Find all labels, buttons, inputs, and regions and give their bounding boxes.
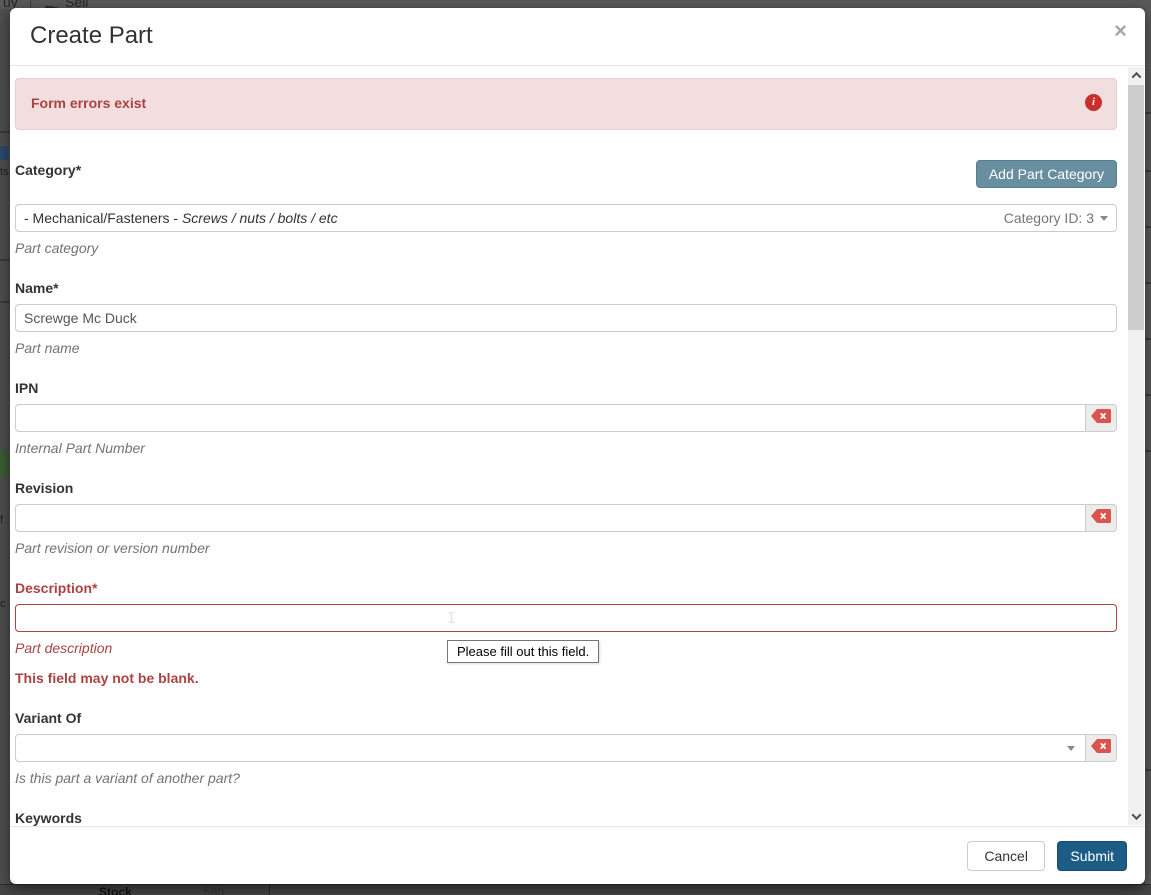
category-help-text: Part category (15, 240, 1117, 256)
chevron-down-icon (1067, 746, 1075, 751)
variant-of-field-group: Variant Of Is this part a variant of ano… (15, 710, 1117, 786)
ipn-field-group: IPN Internal Part Number (15, 380, 1117, 456)
submit-button[interactable]: Submit (1057, 841, 1127, 871)
clear-variant-of-button[interactable] (1086, 734, 1117, 762)
backdrop-green-fragment (0, 450, 8, 477)
modal-scrollbar[interactable] (1128, 67, 1144, 825)
clear-ipn-button[interactable] (1086, 404, 1117, 432)
modal-body: Form errors exist i Category* Add Part C… (10, 66, 1145, 826)
description-field-group: Description* I Part description This fie… (15, 580, 1117, 686)
modal-footer: Cancel Submit (10, 826, 1145, 884)
category-label: Category* (15, 162, 81, 178)
backdrop-text-fragment: ts (0, 166, 9, 178)
scroll-down-icon[interactable] (1128, 808, 1144, 825)
description-label: Description* (15, 580, 1117, 596)
revision-label: Revision (15, 480, 1117, 496)
backdrop-line (1145, 226, 1151, 228)
backdrop-line (1145, 282, 1151, 284)
form-errors-alert: Form errors exist i (15, 78, 1117, 130)
cancel-button[interactable]: Cancel (967, 841, 1045, 871)
backdrop-text-fragment: c (0, 598, 6, 610)
backdrop-left-strip: ts f c (0, 9, 10, 884)
backdrop-line (0, 301, 10, 303)
validation-tooltip: Please fill out this field. (447, 640, 599, 663)
scrollbar-thumb[interactable] (1128, 85, 1144, 330)
category-field-group: Category* Add Part Category - Mechanical… (15, 162, 1117, 256)
modal-title: Create Part (30, 22, 1125, 50)
clear-revision-button[interactable] (1086, 504, 1117, 532)
ipn-input[interactable] (15, 404, 1086, 432)
close-icon[interactable]: × (1114, 20, 1127, 42)
keywords-field-group: Keywords (15, 810, 1117, 826)
backspace-icon (1091, 509, 1111, 528)
category-id-badge: Category ID: 3 (1004, 210, 1094, 226)
backdrop-right-strip (1145, 9, 1151, 884)
variant-of-select[interactable] (15, 734, 1086, 762)
chevron-down-icon (1100, 216, 1108, 221)
revision-field-group: Revision Part revision or version number (15, 480, 1117, 556)
info-icon[interactable]: i (1085, 94, 1102, 111)
variant-of-help-text: Is this part a variant of another part? (15, 770, 1117, 786)
backdrop-line (1145, 112, 1151, 114)
keywords-label: Keywords (15, 810, 1117, 826)
name-label: Name* (15, 280, 1117, 296)
backdrop-blue-fragment (0, 146, 8, 160)
backdrop-line (1145, 450, 1151, 452)
backdrop-line (1145, 769, 1151, 771)
backdrop-text-fragment: f (0, 514, 3, 526)
backspace-icon (1091, 739, 1111, 758)
backdrop-stock-value: 580 (204, 885, 224, 895)
name-help-text: Part name (15, 340, 1117, 356)
backdrop-line (1145, 394, 1151, 396)
ipn-help-text: Internal Part Number (15, 440, 1117, 456)
category-select[interactable]: - Mechanical/Fasteners - Screws / nuts /… (15, 204, 1117, 232)
alert-message: Form errors exist (31, 95, 146, 111)
backdrop-stock-label: Stock (99, 885, 132, 895)
name-input[interactable] (15, 304, 1117, 332)
category-selected-value: - Mechanical/Fasteners - Screws / nuts /… (24, 210, 1004, 226)
backdrop-line (1145, 170, 1151, 172)
backspace-icon (1091, 409, 1111, 428)
backdrop-line (1145, 338, 1151, 340)
variant-of-label: Variant Of (15, 710, 1117, 726)
modal-header: Create Part × (10, 8, 1145, 66)
scroll-up-icon[interactable] (1128, 67, 1144, 84)
backdrop-line (0, 259, 10, 261)
description-input[interactable] (15, 604, 1117, 632)
ipn-label: IPN (15, 380, 1117, 396)
backdrop-table-divider (269, 885, 270, 895)
revision-input[interactable] (15, 504, 1086, 532)
backdrop-bottom-strip: Stock 580 (0, 884, 1151, 895)
create-part-modal: Create Part × Form errors exist i Catego… (10, 8, 1145, 884)
description-error-message: This field may not be blank. (15, 670, 1117, 686)
revision-help-text: Part revision or version number (15, 540, 1117, 556)
add-part-category-button[interactable]: Add Part Category (976, 160, 1117, 188)
backdrop-line (0, 131, 10, 133)
name-field-group: Name* Part name (15, 280, 1117, 356)
